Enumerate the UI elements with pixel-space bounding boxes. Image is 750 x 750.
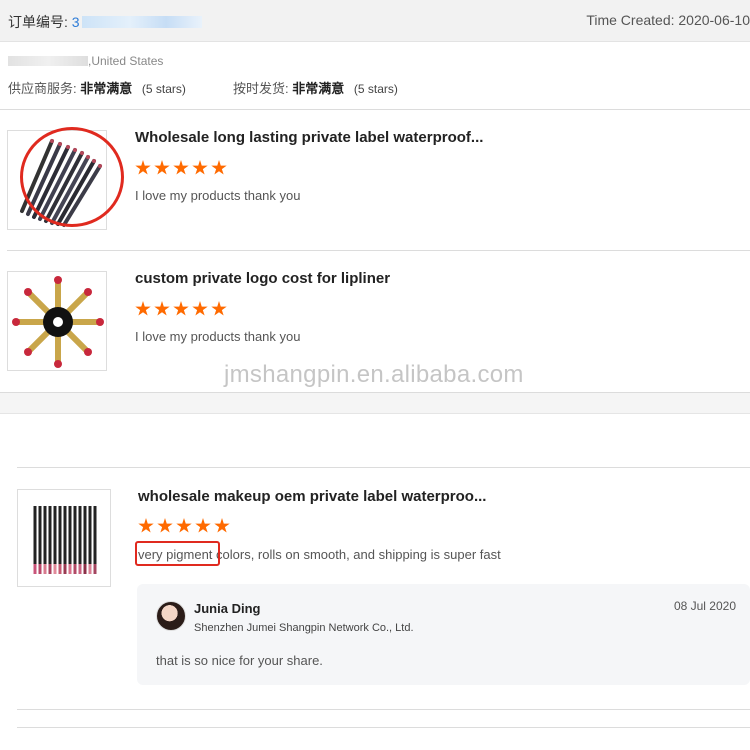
avatar <box>156 601 186 631</box>
star-rating <box>135 160 227 176</box>
star-icon <box>195 518 211 533</box>
star-icon <box>135 301 151 316</box>
star-icon <box>157 518 173 533</box>
star-icon <box>192 160 208 175</box>
time-created: Time Created: 2020-06-10 <box>586 12 750 28</box>
on-time-shipping-rating: 按时发货: 非常满意 (5 stars) <box>233 81 398 96</box>
reply-author-name: Junia Ding <box>194 601 261 616</box>
buyer-location: ,United States <box>8 54 163 68</box>
star-icon <box>173 160 189 175</box>
order-header: 订单编号: 3 Time Created: 2020-06-10 <box>0 0 750 42</box>
lip-liner-set-image <box>33 506 97 574</box>
product-title[interactable]: Wholesale long lasting private label wat… <box>135 129 483 146</box>
section-separator <box>0 392 750 414</box>
product-thumbnail[interactable] <box>17 489 111 587</box>
star-icon <box>192 301 208 316</box>
lipstick-star-image <box>12 276 104 368</box>
highlight-box-annotation <box>135 541 220 566</box>
reply-date: 08 Jul 2020 <box>673 599 736 613</box>
product-title[interactable]: custom private logo cost for lipliner <box>135 270 390 287</box>
product-thumbnail[interactable] <box>7 271 107 371</box>
star-icon <box>135 160 151 175</box>
star-icon <box>214 518 230 533</box>
star-icon <box>154 301 170 316</box>
divider <box>17 727 750 728</box>
review-text: I love my products thank you <box>135 188 301 203</box>
order-number-row: 订单编号: 3 <box>8 12 202 32</box>
divider <box>7 250 750 251</box>
star-icon <box>138 518 154 533</box>
order-number-link[interactable]: 3 <box>72 14 202 30</box>
supplier-service-rating: 供应商服务: 非常满意 (5 stars) <box>8 81 186 96</box>
star-rating <box>135 301 227 317</box>
watermark: jmshangpin.en.alibaba.com <box>224 361 524 388</box>
review-text: I love my products thank you <box>135 329 301 344</box>
buyer-country: ,United States <box>88 54 164 68</box>
star-icon <box>173 301 189 316</box>
star-icon <box>176 518 192 533</box>
star-icon <box>154 160 170 175</box>
divider <box>0 109 750 110</box>
highlight-circle-annotation <box>20 127 124 227</box>
reply-text: that is so nice for your share. <box>156 653 323 668</box>
buyer-name-mask <box>8 56 88 66</box>
supplier-reply: Junia Ding Shenzhen Jumei Shangpin Netwo… <box>137 584 750 685</box>
order-number-mask <box>81 16 202 28</box>
divider <box>17 709 750 710</box>
order-number-label: 订单编号: <box>8 14 68 30</box>
star-rating <box>138 518 230 534</box>
star-icon <box>211 160 227 175</box>
product-title[interactable]: wholesale makeup oem private label water… <box>138 488 486 505</box>
star-icon <box>211 301 227 316</box>
divider <box>17 467 750 468</box>
reply-company[interactable]: Shenzhen Jumei Shangpin Network Co., Ltd… <box>194 622 414 634</box>
